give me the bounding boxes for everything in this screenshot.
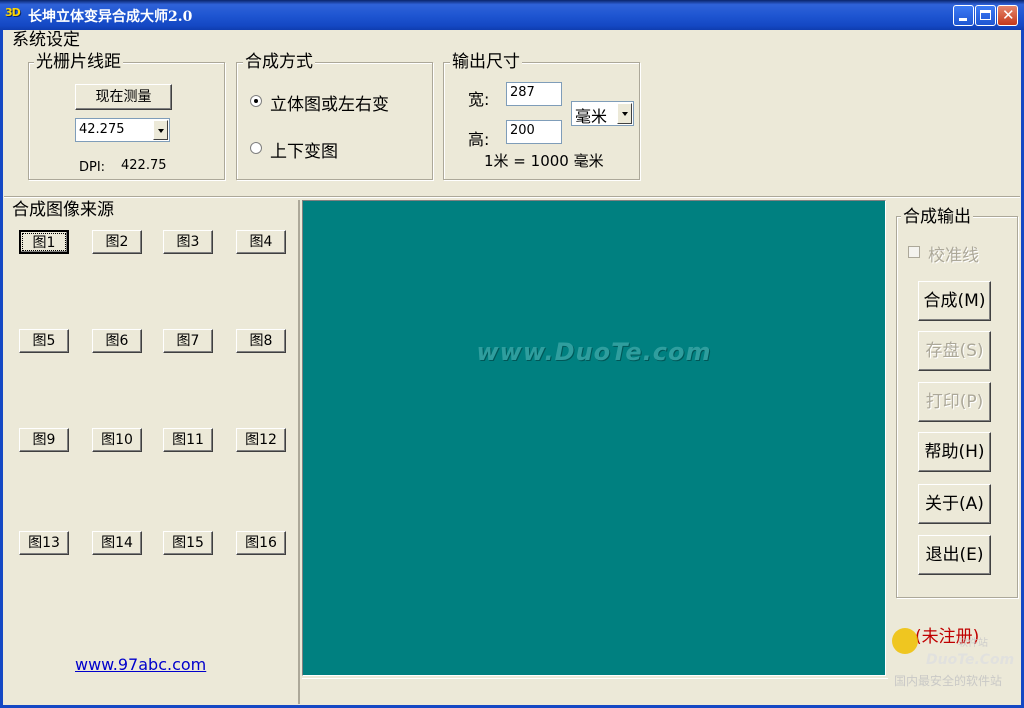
measure-now-button[interactable]: 现在测量 — [75, 84, 172, 110]
settings-label: 系统设定 — [10, 30, 82, 50]
output-label: 合成输出 — [901, 207, 973, 227]
source-image-button-9[interactable]: 图9 — [19, 428, 69, 452]
height-label: 高: — [468, 130, 490, 149]
dpi-label: DPI: — [79, 160, 106, 175]
pitch-value: 42.275 — [79, 122, 125, 137]
settings-divider — [4, 196, 1020, 198]
width-input[interactable]: 287 — [506, 82, 562, 106]
source-image-button-4[interactable]: 图4 — [236, 230, 286, 254]
source-image-button-10[interactable]: 图10 — [92, 428, 142, 452]
help-button[interactable]: 帮助(H) — [918, 432, 991, 472]
print-button[interactable]: 打印(P) — [918, 382, 991, 422]
source-image-button-16[interactable]: 图16 — [236, 531, 286, 555]
output-size-label: 输出尺寸 — [450, 52, 522, 72]
minimize-icon — [959, 18, 967, 21]
source-image-button-5[interactable]: 图5 — [19, 329, 69, 353]
synthesis-group — [236, 62, 433, 180]
chevron-down-icon[interactable] — [153, 120, 168, 140]
preview-canvas[interactable] — [302, 200, 886, 676]
source-image-button-11[interactable]: 图11 — [163, 428, 213, 452]
checkbox-icon — [908, 246, 920, 258]
synthesis-label: 合成方式 — [243, 52, 315, 72]
width-label: 宽: — [468, 90, 490, 109]
source-image-button-6[interactable]: 图6 — [92, 329, 142, 353]
save-button[interactable]: 存盘(S) — [918, 331, 991, 371]
maximize-icon — [980, 10, 991, 20]
title-bar[interactable]: 3D 长坤立体变异合成大师2.0 ✕ — [0, 0, 1024, 30]
dpi-value: 422.75 — [121, 158, 167, 173]
radio-top-bottom-label: 上下变图 — [270, 142, 338, 162]
chevron-down-icon[interactable] — [617, 103, 632, 124]
grating-label: 光栅片线距 — [34, 52, 123, 72]
source-image-button-3[interactable]: 图3 — [163, 230, 213, 254]
height-input[interactable]: 200 — [506, 120, 562, 144]
exit-button[interactable]: 退出(E) — [918, 535, 991, 575]
watermark-text: www.DuoTe.com — [476, 338, 712, 366]
minimize-button[interactable] — [953, 5, 974, 26]
source-image-button-12[interactable]: 图12 — [236, 428, 286, 452]
website-link[interactable]: www.97abc.com — [75, 655, 206, 674]
maximize-button[interactable] — [975, 5, 996, 26]
radio-stereo-lr-label: 立体图或左右变 — [270, 95, 389, 115]
radio-unselected-icon — [250, 142, 262, 154]
sources-label: 合成图像来源 — [10, 200, 116, 220]
source-image-button-13[interactable]: 图13 — [19, 531, 69, 555]
window-title: 长坤立体变异合成大师2.0 — [28, 9, 193, 25]
logo-slogan: 国内最安全的软件站 — [894, 674, 1003, 688]
status-strip — [302, 678, 888, 705]
source-image-button-15[interactable]: 图15 — [163, 531, 213, 555]
compose-button[interactable]: 合成(M) — [918, 281, 991, 321]
logo-text: DuoTe.Com — [926, 652, 1015, 668]
app-icon: 3D — [5, 6, 21, 19]
radio-selected-icon — [250, 95, 262, 107]
source-image-button-8[interactable]: 图8 — [236, 329, 286, 353]
sources-panel — [4, 200, 300, 704]
about-button[interactable]: 关于(A) — [918, 484, 991, 524]
source-image-button-1[interactable]: 图1 — [19, 230, 69, 254]
site-logo: 软件站 DuoTe.Com 国内最安全的软件站 — [888, 628, 1018, 690]
close-button[interactable]: ✕ — [997, 5, 1018, 26]
source-image-button-7[interactable]: 图7 — [163, 329, 213, 353]
logo-tag: 软件站 — [958, 638, 988, 649]
unit-note: 1米 = 1000 毫米 — [484, 152, 604, 170]
source-image-button-14[interactable]: 图14 — [92, 531, 142, 555]
logo-sun-icon — [892, 628, 918, 654]
close-icon: ✕ — [1002, 6, 1015, 24]
unit-value: 毫米 — [575, 107, 608, 126]
calibration-label: 校准线 — [928, 246, 979, 266]
source-image-button-2[interactable]: 图2 — [92, 230, 142, 254]
pitch-combo[interactable]: 42.275 — [75, 118, 170, 142]
unit-combo[interactable]: 毫米 — [571, 101, 634, 126]
